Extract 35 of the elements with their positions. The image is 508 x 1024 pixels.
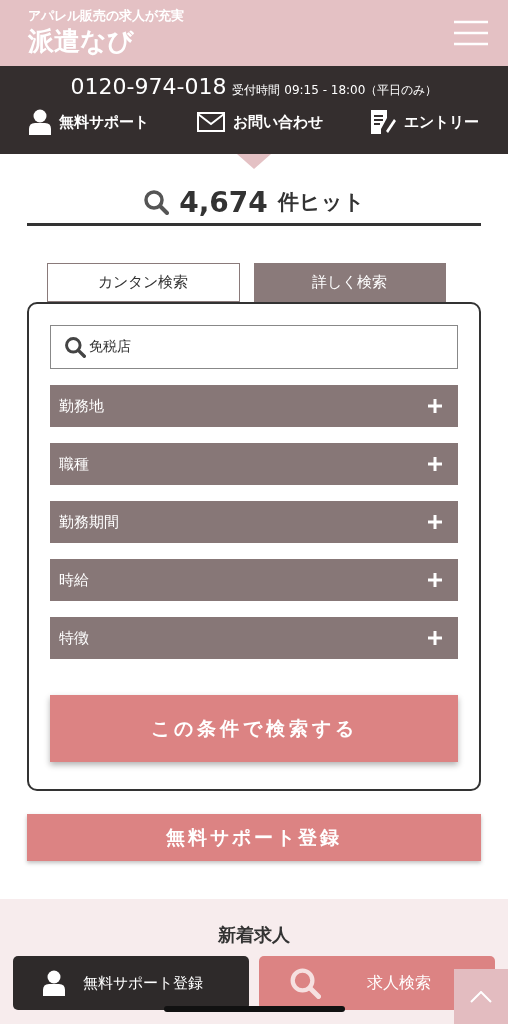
plus-icon <box>428 399 442 413</box>
keyword-field[interactable]: 免税店 <box>50 325 458 369</box>
nav-link[interactable]: 無料サポート <box>29 109 149 135</box>
menu-icon[interactable] <box>454 20 488 46</box>
plus-icon <box>428 457 442 471</box>
hours-text: 受付時間 09:15 - 18:00（平日のみ） <box>232 82 438 99</box>
search-icon <box>143 189 170 215</box>
mail-icon <box>196 112 225 132</box>
hit-count: 4,674 <box>179 185 268 219</box>
filter-accordion[interactable]: 勤務期間 <box>50 501 458 543</box>
plus-icon <box>428 515 442 529</box>
person-icon <box>29 109 51 135</box>
phone-number[interactable]: 0120-974-018 <box>70 74 227 99</box>
nav-link[interactable]: お問い合わせ <box>196 109 323 135</box>
search-tab[interactable]: 詳しく検索 <box>253 263 446 302</box>
plus-icon <box>428 631 442 645</box>
hit-label: 件ヒット <box>277 189 365 216</box>
tagline: アパレル販売の求人が充実 <box>28 8 184 24</box>
filter-accordion[interactable]: 時給 <box>50 559 458 601</box>
section-title: 新着求人 <box>217 923 291 947</box>
plus-icon <box>428 573 442 587</box>
person-icon <box>43 970 65 996</box>
search-icon <box>289 967 321 999</box>
filter-accordion[interactable]: 職種 <box>50 443 458 485</box>
search-tab[interactable]: カンタン検索 <box>47 263 240 302</box>
filter-accordion[interactable]: 勤務地 <box>50 385 458 427</box>
search-button[interactable]: この条件で検索する <box>50 695 458 762</box>
document-pen-icon <box>370 109 396 135</box>
bottom-bar-button[interactable]: 無料サポート登録 <box>13 956 249 1010</box>
pointer-triangle <box>237 154 271 169</box>
chevron-up-icon <box>470 990 492 1003</box>
filter-accordion[interactable]: 特徴 <box>50 617 458 659</box>
nav-link[interactable]: エントリー <box>370 109 479 135</box>
support-signup-button[interactable]: 無料サポート登録 <box>27 814 481 861</box>
back-to-top-button[interactable] <box>454 969 508 1024</box>
